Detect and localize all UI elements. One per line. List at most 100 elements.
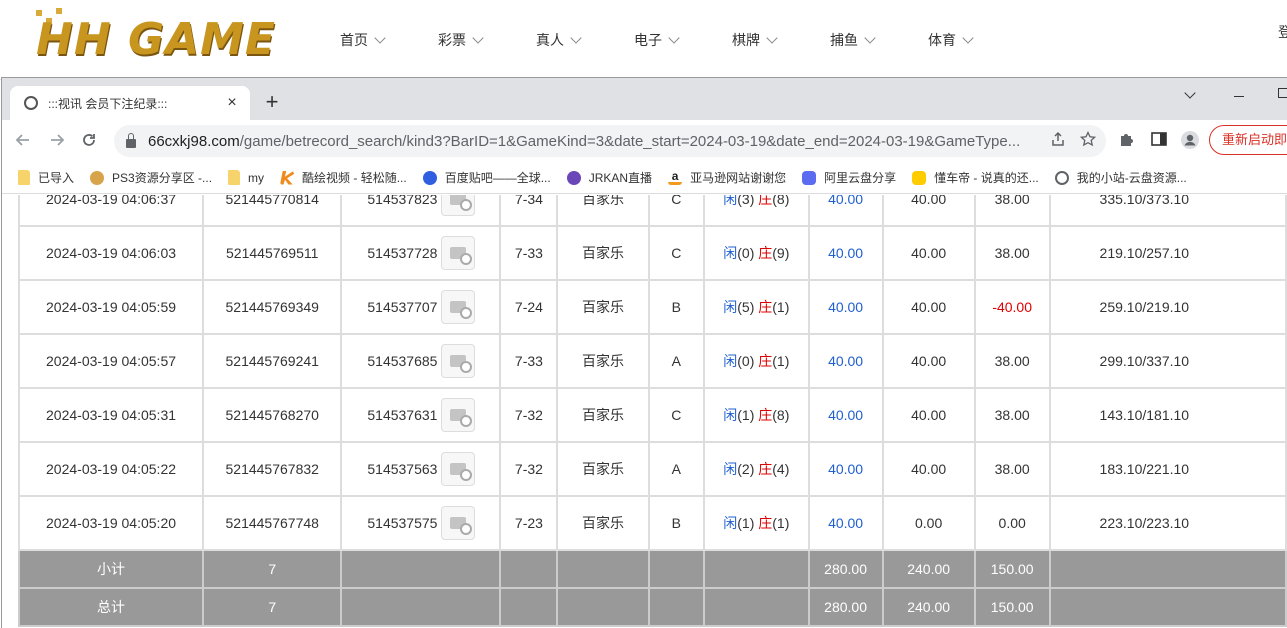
bookmark-label: 阿里云盘分享 (824, 171, 897, 185)
nav-item-home[interactable]: 首页 (340, 30, 386, 50)
bookmark-item[interactable]: JRKAN直播 (566, 169, 652, 186)
nav-item-fishing[interactable]: 捕鱼 (830, 30, 876, 50)
wager-id: 514537707 (367, 299, 438, 315)
bookmark-item[interactable]: 酷绘视频 - 轻松随... (280, 169, 407, 186)
summary-count: 7 (202, 587, 343, 627)
video-replay-icon[interactable] (441, 195, 476, 216)
game-type-cell: 百家乐 (556, 495, 650, 551)
video-replay-icon[interactable] (441, 452, 476, 486)
maximize-button[interactable] (1278, 84, 1287, 101)
game-type-cell: 百家乐 (556, 279, 650, 335)
result-cell: 闲(1) 庄(8) (703, 387, 810, 443)
bet-time-cell: 2024-03-19 04:06:03 (17, 225, 205, 281)
win-loss-cell: 0.00 (973, 495, 1051, 551)
room-cell: B (647, 279, 706, 335)
win-loss-cell: 38.00 (973, 387, 1051, 443)
video-replay-icon[interactable] (441, 290, 476, 324)
summary-bet: 280.00 (807, 549, 884, 589)
bet-time-cell: 2024-03-19 04:05:22 (17, 441, 205, 497)
share-icon[interactable] (1050, 131, 1066, 152)
balance-cell: 183.10/221.10 (1048, 441, 1287, 497)
chevron-down-icon (668, 32, 680, 44)
player-label: 闲 (723, 515, 738, 531)
browser-tab-active[interactable]: :::视讯 会员下注纪录::: × (10, 86, 250, 120)
nav-label: 棋牌 (732, 32, 760, 48)
bookmark-item[interactable]: 百度贴吧——全球... (422, 169, 551, 186)
table-id-cell: 7-23 (499, 495, 559, 551)
bookmark-item[interactable]: a 亚马逊网站谢谢您 (668, 169, 786, 186)
bookmark-item[interactable]: 已导入 (18, 169, 74, 186)
lock-icon (126, 132, 136, 148)
video-replay-icon[interactable] (441, 344, 476, 378)
chevron-down-icon (962, 32, 974, 44)
bookmark-item[interactable]: PS3资源分享区 -... (90, 169, 212, 186)
bookmark-item[interactable]: 我的小站-云盘资源... (1054, 169, 1187, 186)
nav-item-lottery[interactable]: 彩票 (438, 30, 484, 50)
win-loss-cell: 38.00 (973, 441, 1051, 497)
win-loss-cell: -40.00 (973, 279, 1051, 335)
video-replay-icon[interactable] (441, 236, 476, 270)
nav-item-sports[interactable]: 体育 (928, 30, 974, 50)
game-type-cell: 百家乐 (556, 225, 650, 281)
nav-label: 电子 (634, 32, 662, 48)
nav-item-slots[interactable]: 电子 (634, 30, 680, 50)
site-header: HH GAME 首页 彩票 真人 电子 棋牌 捕鱼 体育 登 (0, 0, 1287, 80)
empty-cell (703, 549, 810, 589)
nav-item-cards[interactable]: 棋牌 (732, 30, 778, 50)
arrow-left-icon (15, 134, 29, 146)
order-id-cell: 521445770814 (202, 195, 343, 227)
back-button[interactable] (12, 130, 34, 152)
valid-bet-cell: 0.00 (881, 495, 976, 551)
browser-window: :::视讯 会员下注纪录::: × + 66cxkj98.com/game/be… (1, 77, 1287, 628)
bet-amount-cell: 40.00 (807, 333, 884, 389)
bookmark-item[interactable]: my (228, 170, 264, 185)
result-cell: 闲(2) 庄(4) (703, 441, 810, 497)
tab-search-button[interactable] (1184, 84, 1196, 100)
extensions-button[interactable] (1116, 130, 1138, 152)
valid-bet-cell: 40.00 (881, 195, 976, 227)
player-points: (1) (737, 515, 755, 531)
result-cell: 闲(0) 庄(9) (703, 225, 810, 281)
table-row: 2024-03-19 04:05:57 521445769241 5145376… (17, 333, 1287, 389)
balance-cell: 143.10/181.10 (1048, 387, 1287, 443)
page-content: 2024-03-19 04:06:37 521445770814 5145378… (2, 195, 1287, 628)
bet-time-cell: 2024-03-19 04:05:31 (17, 387, 205, 443)
forward-button[interactable] (46, 130, 68, 152)
site-logo[interactable]: HH GAME (30, 6, 298, 76)
minimize-button[interactable] (1234, 84, 1244, 100)
video-replay-icon[interactable] (441, 506, 476, 540)
chevron-down-icon (570, 32, 582, 44)
player-points: (1) (737, 407, 755, 423)
wager-id-cell: 514537631 (340, 387, 502, 443)
address-bar[interactable]: 66cxkj98.com/game/betrecord_search/kind3… (114, 125, 1106, 157)
player-points: (2) (737, 461, 755, 477)
video-replay-icon[interactable] (441, 398, 476, 432)
game-type-cell: 百家乐 (556, 333, 650, 389)
win-loss-cell: 38.00 (973, 225, 1051, 281)
browser-toolbar: 66cxkj98.com/game/betrecord_search/kind3… (2, 120, 1287, 162)
bet-record-table: 2024-03-19 04:06:37 521445770814 5145378… (17, 195, 1287, 627)
site-nav: 首页 彩票 真人 电子 棋牌 捕鱼 体育 (340, 30, 1026, 50)
relaunch-button[interactable]: 重新启动即可 (1209, 125, 1287, 155)
summary-row: 小计 7 280.00 240.00 150.00 (17, 549, 1287, 589)
table-id-cell: 7-32 (499, 441, 559, 497)
maximize-icon (1278, 88, 1287, 98)
table-id-cell: 7-32 (499, 387, 559, 443)
bookmark-item[interactable]: 懂车帝 - 说真的还... (912, 169, 1039, 186)
close-tab-button[interactable]: × (224, 94, 240, 112)
profile-button[interactable] (1179, 130, 1201, 152)
empty-cell (340, 587, 502, 627)
bet-time-cell: 2024-03-19 04:05:57 (17, 333, 205, 389)
new-tab-button[interactable]: + (260, 90, 284, 114)
order-id-cell: 521445768270 (202, 387, 343, 443)
tab-strip: :::视讯 会员下注纪录::: × + (2, 78, 1287, 120)
summary-win: 150.00 (973, 587, 1051, 627)
nav-item-live[interactable]: 真人 (536, 30, 582, 50)
bookmark-item[interactable]: 阿里云盘分享 (802, 169, 896, 186)
url-text[interactable]: 66cxkj98.com/game/betrecord_search/kind3… (148, 133, 1028, 150)
globe-icon (1054, 170, 1069, 185)
bookmark-star-icon[interactable] (1079, 130, 1097, 152)
side-panel-button[interactable] (1148, 130, 1170, 152)
header-login-link[interactable]: 登 (1278, 22, 1287, 42)
reload-button[interactable] (78, 130, 100, 152)
